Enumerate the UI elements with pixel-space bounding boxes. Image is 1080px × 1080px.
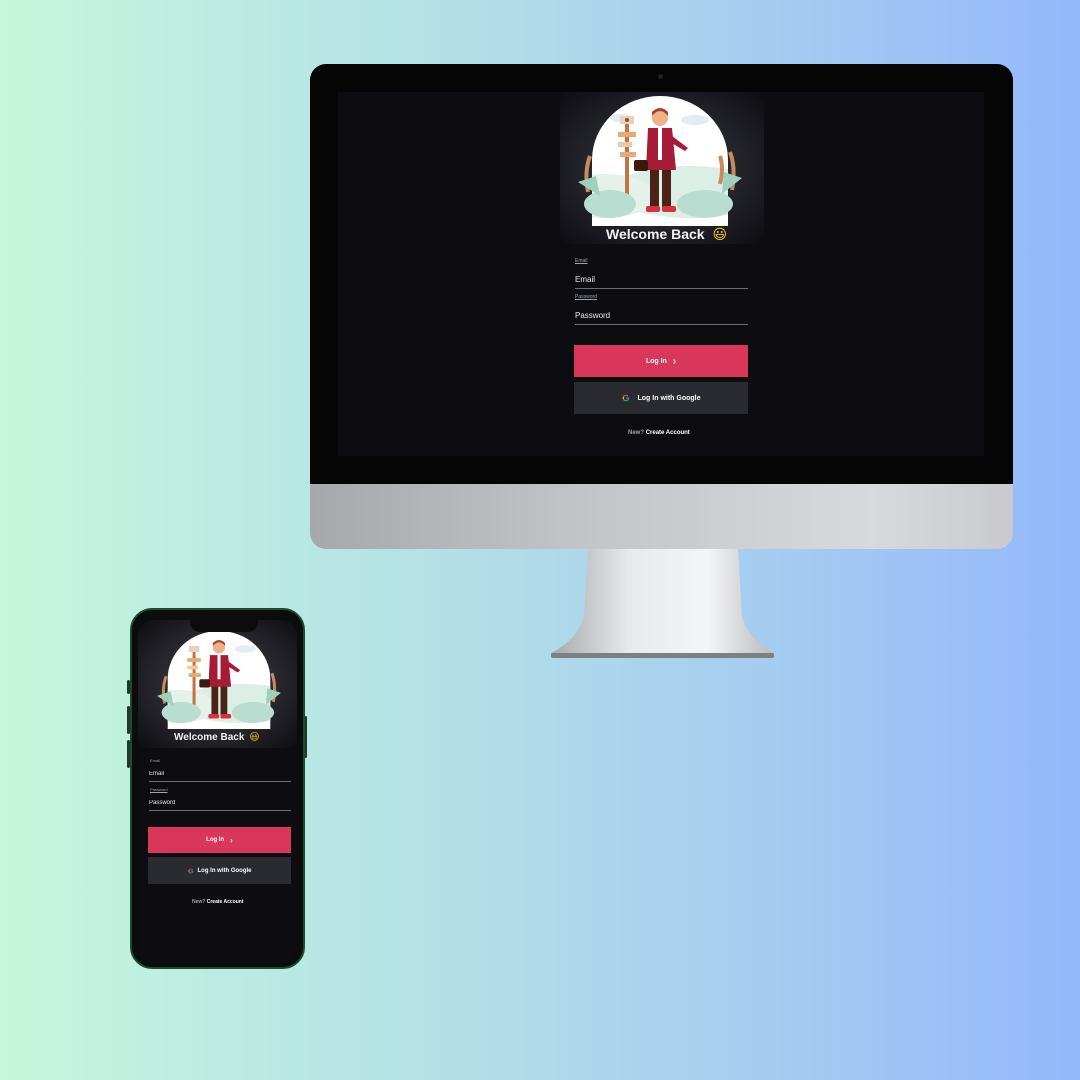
email-label: Email xyxy=(575,258,588,264)
hero-illustration xyxy=(570,96,750,226)
google-g-icon xyxy=(622,394,629,402)
phone-notch xyxy=(190,620,258,632)
password-field[interactable] xyxy=(575,306,748,325)
welcome-title: Welcome Back xyxy=(174,732,245,743)
monitor-bezel: Welcome Back 😃 Email Password Log In › xyxy=(310,64,1013,484)
email-field[interactable] xyxy=(149,766,291,782)
mobile-login-panel: Welcome Back 😃 Email Password Log In › L… xyxy=(138,620,297,963)
smiley-emoji-icon: 😃 xyxy=(249,732,260,743)
camera-dot xyxy=(658,74,663,79)
password-label: Password xyxy=(575,294,597,300)
signup-prompt-text: New? xyxy=(192,899,206,905)
welcome-heading: Welcome Back 😃 xyxy=(606,226,727,243)
chevron-right-icon: › xyxy=(230,835,233,845)
google-button-label: Log In with Google xyxy=(197,867,252,874)
google-g-icon xyxy=(187,868,193,873)
smiley-emoji-icon: 😃 xyxy=(712,226,728,242)
welcome-heading: Welcome Back 😃 xyxy=(174,732,260,743)
password-field[interactable] xyxy=(149,795,291,811)
google-login-button[interactable]: Log In with Google xyxy=(148,857,291,884)
email-label: Email xyxy=(150,758,161,763)
login-button[interactable]: Log In › xyxy=(574,345,748,377)
google-login-button[interactable]: Log In with Google xyxy=(574,382,748,414)
signup-prompt: New? Create Account xyxy=(192,899,244,905)
welcome-title: Welcome Back xyxy=(606,226,705,242)
mobile-phone: Welcome Back 😃 Email Password Log In › L… xyxy=(130,608,305,969)
create-account-link[interactable]: Create Account xyxy=(646,430,690,436)
login-button-label: Log In xyxy=(645,357,667,365)
signup-prompt-text: New? xyxy=(628,430,645,436)
signup-prompt: New? Create Account xyxy=(628,430,690,436)
login-button[interactable]: Log In › xyxy=(148,827,291,853)
password-label: Password xyxy=(150,787,168,792)
desktop-login-panel: Welcome Back 😃 Email Password Log In › xyxy=(338,92,984,456)
desktop-screen: Welcome Back 😃 Email Password Log In › xyxy=(338,92,984,456)
hero-illustration xyxy=(151,628,287,732)
mobile-screen: Welcome Back 😃 Email Password Log In › L… xyxy=(138,620,297,963)
login-button-label: Log In xyxy=(206,837,225,843)
chevron-right-icon: › xyxy=(672,355,677,367)
monitor-chin xyxy=(310,484,1013,549)
desktop-monitor: Welcome Back 😃 Email Password Log In › xyxy=(310,64,1013,549)
email-field[interactable] xyxy=(575,270,748,289)
google-button-label: Log In with Google xyxy=(637,394,701,402)
monitor-stand xyxy=(551,549,774,658)
create-account-link[interactable]: Create Account xyxy=(207,899,244,905)
